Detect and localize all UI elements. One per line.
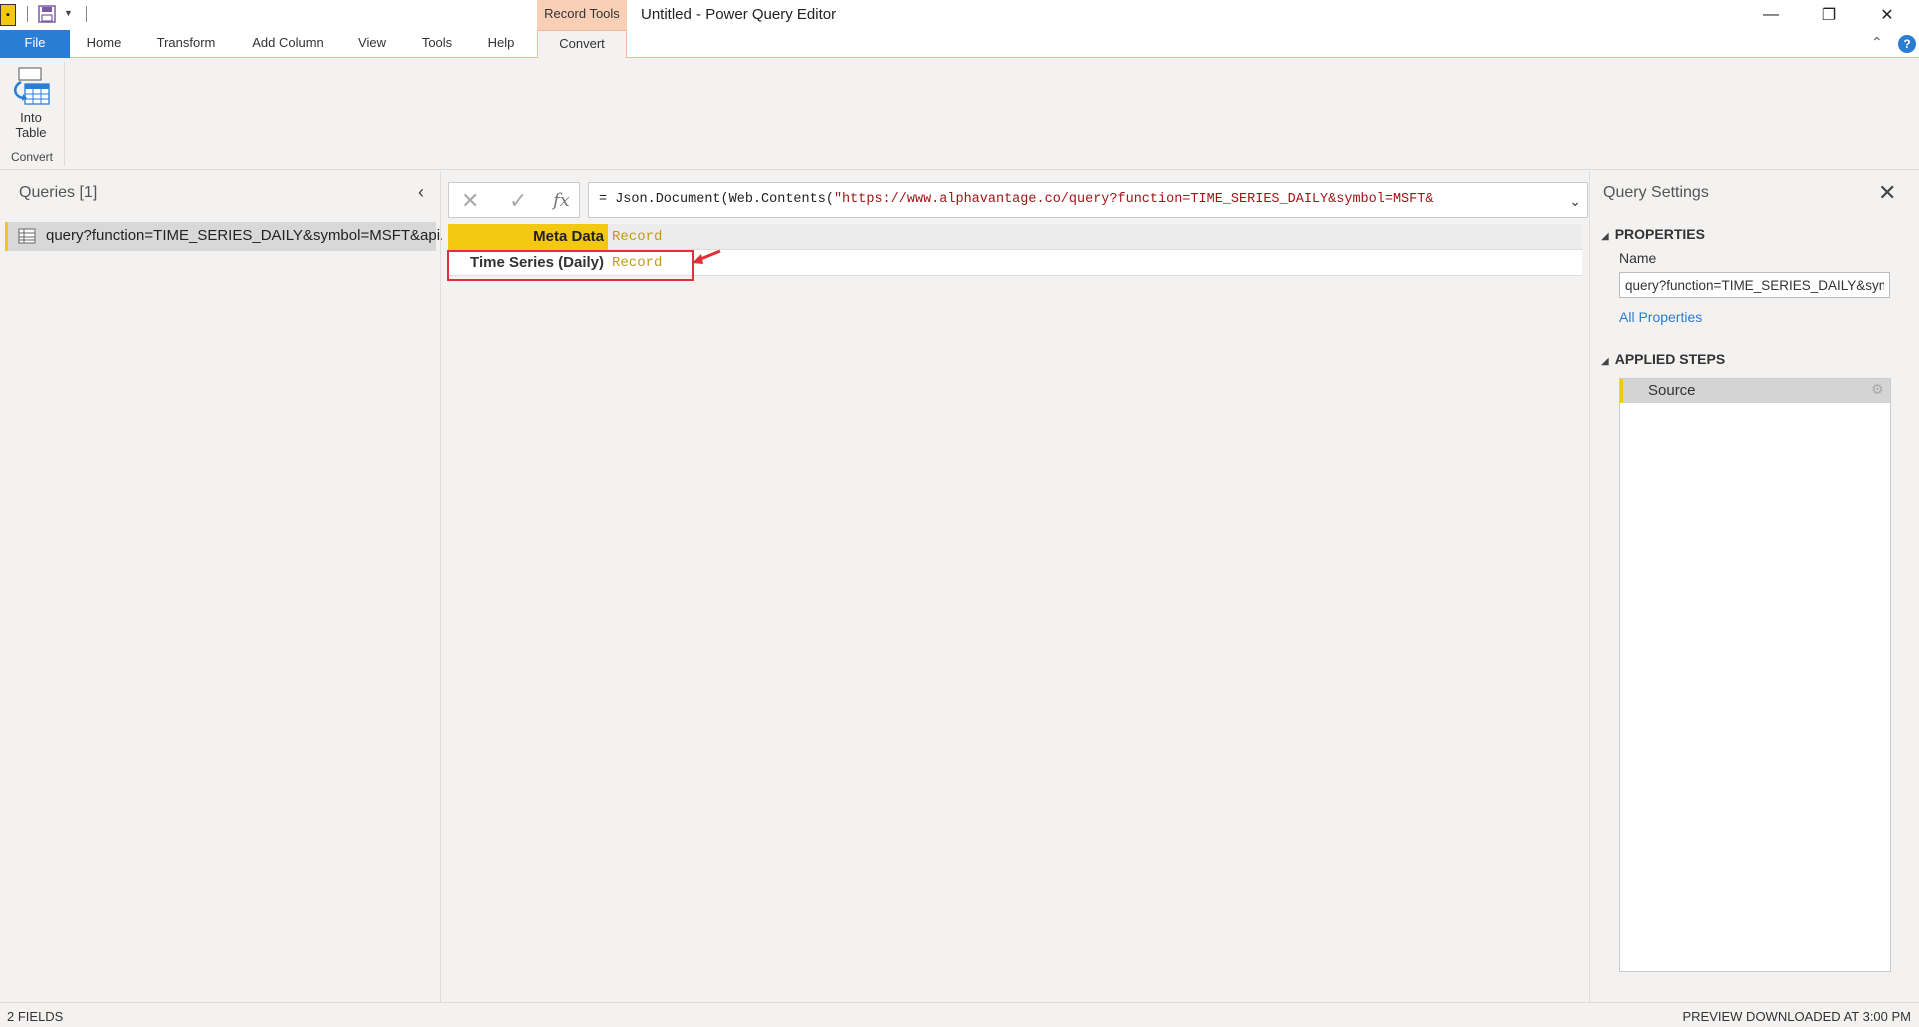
collapse-triangle-icon: ◢	[1601, 356, 1609, 367]
tab-file[interactable]: File	[0, 30, 70, 58]
tab-tools[interactable]: Tools	[412, 30, 462, 58]
formula-url-string: "https://www.alphavantage.co/query?funct…	[833, 192, 1434, 207]
collapse-ribbon-icon[interactable]: ⌃	[1871, 34, 1883, 51]
title-bar: ▪ ▼ Record Tools Untitled - Power Query …	[0, 0, 1919, 30]
tab-home[interactable]: Home	[78, 30, 130, 58]
status-bar: 2 FIELDS PREVIEW DOWNLOADED AT 3:00 PM	[0, 1002, 1919, 1027]
tab-view[interactable]: View	[350, 30, 394, 58]
properties-section-header[interactable]: ◢ PROPERTIES	[1601, 226, 1705, 242]
window-title: Untitled - Power Query Editor	[641, 6, 837, 23]
query-name-field[interactable]	[1619, 272, 1890, 298]
record-row[interactable]: Time Series (Daily) Record	[448, 250, 1582, 276]
record-row[interactable]: Meta Data Record	[448, 224, 1582, 250]
collapse-queries-pane-icon[interactable]: ‹	[418, 182, 424, 203]
query-settings-title: Query Settings	[1603, 184, 1709, 201]
collapse-triangle-icon: ◢	[1601, 231, 1609, 242]
power-bi-app-icon[interactable]: ▪	[0, 4, 16, 26]
field-count-status: 2 FIELDS	[7, 1009, 64, 1024]
applied-step-label: Source	[1648, 382, 1696, 399]
cancel-formula-icon[interactable]: ✕	[461, 188, 479, 214]
into-table-label-line1: Into	[20, 110, 42, 125]
expand-formula-icon[interactable]: ⌄	[1569, 185, 1581, 217]
applied-steps-section-header[interactable]: ◢ APPLIED STEPS	[1601, 351, 1725, 367]
help-icon[interactable]: ?	[1898, 35, 1916, 53]
qat-customize-dropdown-icon[interactable]: ▼	[64, 8, 73, 18]
close-window-button[interactable]: ✕	[1864, 0, 1910, 30]
record-link[interactable]: Record	[612, 250, 662, 276]
ribbon-group-label: Convert	[10, 150, 54, 164]
ribbon-tab-bar: File Home Transform Add Column View Tool…	[0, 30, 1919, 59]
query-list-item[interactable]: query?function=TIME_SERIES_DAILY&symbol=…	[5, 222, 453, 251]
applied-steps-list: Source ⚙	[1619, 378, 1891, 972]
properties-header-label: PROPERTIES	[1614, 226, 1705, 242]
formula-bar-buttons: ✕ ✓ fx	[448, 182, 580, 218]
query-name: query?function=TIME_SERIES_DAILY&symbol=…	[46, 227, 453, 244]
formula-prefix: = Json.Document(Web.Contents(	[599, 192, 834, 207]
ribbon-group-separator	[64, 62, 65, 166]
formula-input[interactable]: = Json.Document(Web.Contents("https://ww…	[588, 182, 1588, 218]
save-icon[interactable]	[38, 5, 56, 23]
step-settings-gear-icon[interactable]: ⚙	[1871, 381, 1884, 398]
qat-separator	[86, 6, 87, 22]
minimize-button[interactable]: —	[1748, 0, 1794, 30]
applied-step-item[interactable]: Source ⚙	[1620, 379, 1890, 403]
query-settings-pane: Query Settings ✕ ◢ PROPERTIES Name All Pr…	[1589, 171, 1919, 1002]
into-table-icon	[14, 67, 50, 105]
record-link[interactable]: Record	[612, 224, 662, 250]
tab-help[interactable]: Help	[477, 30, 525, 58]
main-preview-area: ✕ ✓ fx = Json.Document(Web.Contents("htt…	[442, 171, 1588, 1002]
close-settings-icon[interactable]: ✕	[1878, 180, 1896, 206]
record-grid: Meta Data Record Time Series (Daily) Rec…	[448, 224, 1582, 276]
record-field-name[interactable]: Meta Data	[448, 224, 608, 250]
record-field-name[interactable]: Time Series (Daily)	[448, 250, 608, 276]
applied-steps-header-label: APPLIED STEPS	[1614, 351, 1726, 367]
ribbon-body: Into Table Convert	[0, 58, 1919, 170]
qat-separator	[27, 6, 28, 22]
annotation-arrow-icon	[692, 249, 721, 264]
fx-icon[interactable]: fx	[553, 190, 570, 211]
into-table-button[interactable]: Into Table	[8, 66, 54, 152]
tab-convert[interactable]: Convert	[537, 30, 627, 59]
all-properties-link[interactable]: All Properties	[1619, 309, 1702, 325]
tab-add-column[interactable]: Add Column	[245, 30, 331, 58]
queries-pane-title: Queries [1]	[19, 184, 98, 201]
into-table-label-line2: Table	[15, 125, 47, 140]
confirm-formula-icon[interactable]: ✓	[509, 188, 527, 214]
tab-transform[interactable]: Transform	[148, 30, 224, 58]
name-label: Name	[1619, 250, 1657, 266]
queries-pane: Queries [1] ‹ query?function=TIME_SERIES…	[0, 171, 453, 1002]
contextual-tab-group-label: Record Tools	[537, 0, 627, 30]
table-icon	[18, 228, 36, 244]
restore-button[interactable]: ❐	[1806, 0, 1852, 30]
preview-download-status: PREVIEW DOWNLOADED AT 3:00 PM	[1682, 1009, 1911, 1024]
